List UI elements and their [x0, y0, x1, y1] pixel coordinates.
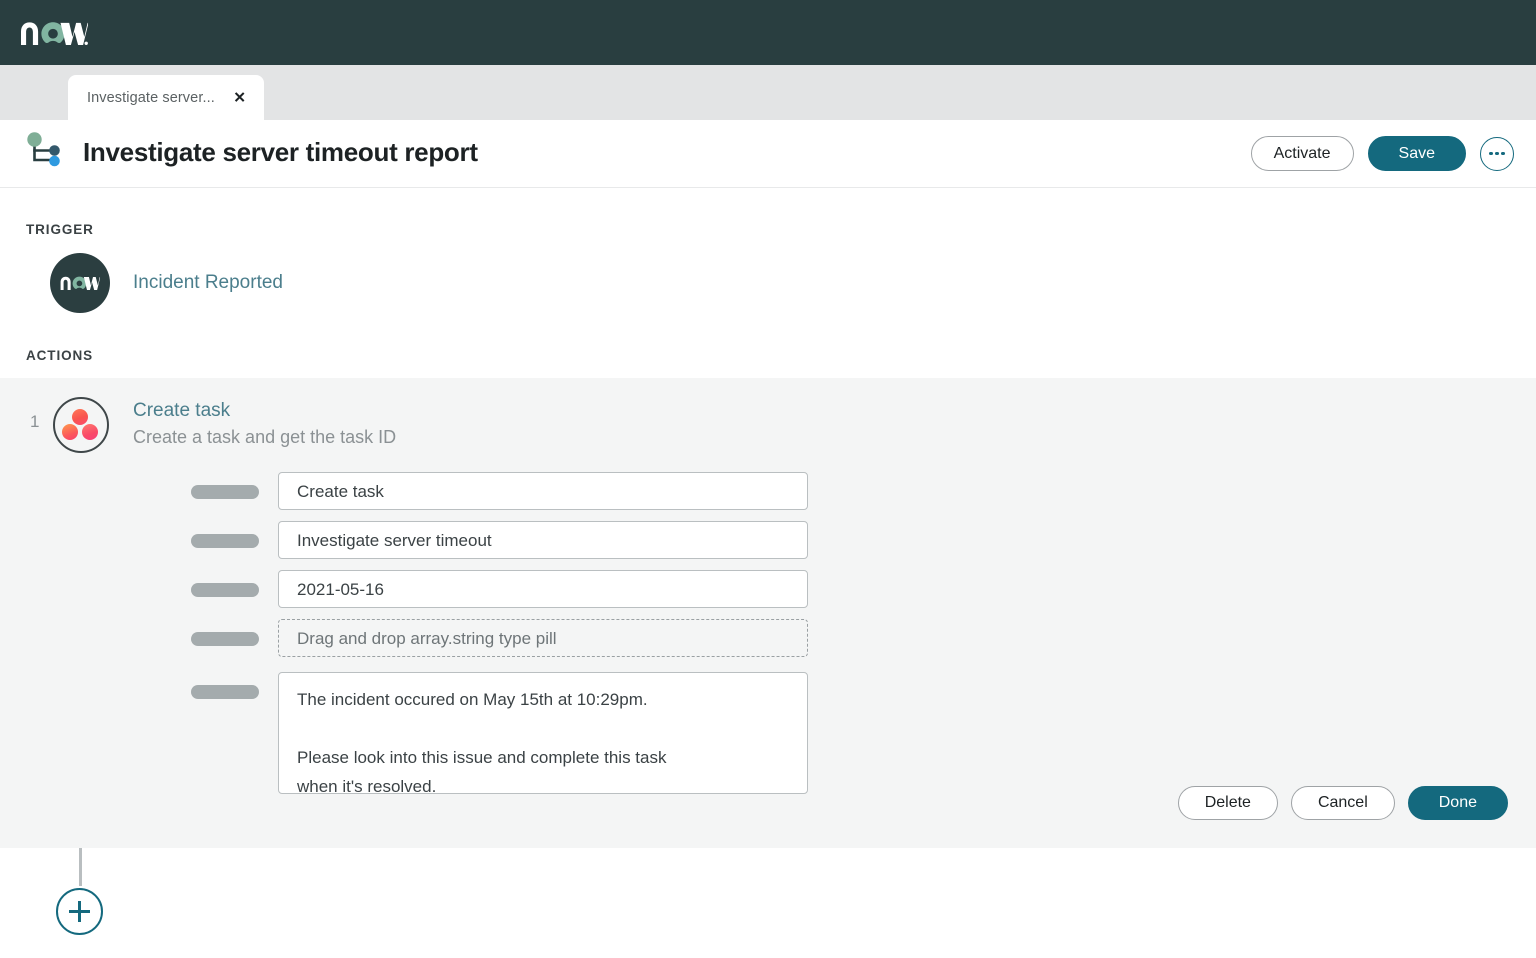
- tab-investigate-server[interactable]: Investigate server... ✕: [68, 75, 264, 120]
- page-title: Investigate server timeout report: [83, 137, 478, 167]
- action-field[interactable]: Create task: [278, 472, 808, 510]
- done-button[interactable]: Done: [1407, 786, 1508, 820]
- activate-button[interactable]: Activate: [1250, 136, 1354, 171]
- field-label-placeholder: [191, 685, 259, 699]
- field-label-placeholder: [191, 632, 259, 646]
- close-icon[interactable]: ✕: [233, 90, 246, 105]
- task-name-field[interactable]: Investigate server timeout: [278, 521, 808, 559]
- action-step-number: 1: [30, 412, 40, 431]
- notes-field-row: The incident occured on May 15th at 10:2…: [191, 672, 808, 794]
- save-button[interactable]: Save: [1367, 136, 1466, 171]
- asana-three-dots-icon: [53, 397, 109, 453]
- trigger-name-link[interactable]: Incident Reported: [133, 272, 283, 294]
- action-description: Create a task and get the task ID: [133, 427, 397, 447]
- action-title-link[interactable]: Create task: [133, 400, 230, 422]
- plus-icon[interactable]: [56, 888, 103, 935]
- actions-section-label: ACTIONS: [26, 348, 94, 363]
- servicenow-logo[interactable]: [20, 17, 88, 49]
- trigger-row[interactable]: Incident Reported: [50, 253, 283, 313]
- action-panel-buttons: Delete Cancel Done: [1177, 786, 1508, 820]
- flow-branch-icon: [25, 131, 63, 176]
- action-field-row: Create task: [191, 472, 808, 510]
- more-dots: [1489, 151, 1505, 156]
- top-brand-bar: [0, 0, 1536, 65]
- followers-dropzone[interactable]: Drag and drop array.string type pill: [278, 619, 808, 657]
- delete-button[interactable]: Delete: [1177, 786, 1278, 820]
- servicenow-now-circle-icon: [50, 253, 110, 313]
- field-label-placeholder: [191, 534, 259, 548]
- field-label-placeholder: [191, 485, 259, 499]
- more-horizontal-icon[interactable]: [1480, 136, 1514, 171]
- field-label-placeholder: [191, 583, 259, 597]
- trigger-section-label: TRIGGER: [26, 222, 94, 237]
- title-bar-actions: Activate Save: [1250, 136, 1514, 171]
- tab-strip: Investigate server... ✕: [0, 65, 1536, 120]
- task-name-field-row: Investigate server timeout: [191, 521, 808, 559]
- cancel-button[interactable]: Cancel: [1290, 786, 1395, 820]
- due-date-field[interactable]: 2021-05-16: [278, 570, 808, 608]
- notes-field[interactable]: The incident occured on May 15th at 10:2…: [278, 672, 808, 794]
- followers-dropzone-row: Drag and drop array.string type pill: [191, 619, 808, 657]
- due-date-field-row: 2021-05-16: [191, 570, 808, 608]
- flow-connector-line: [79, 848, 82, 886]
- tab-label: Investigate server...: [87, 89, 215, 106]
